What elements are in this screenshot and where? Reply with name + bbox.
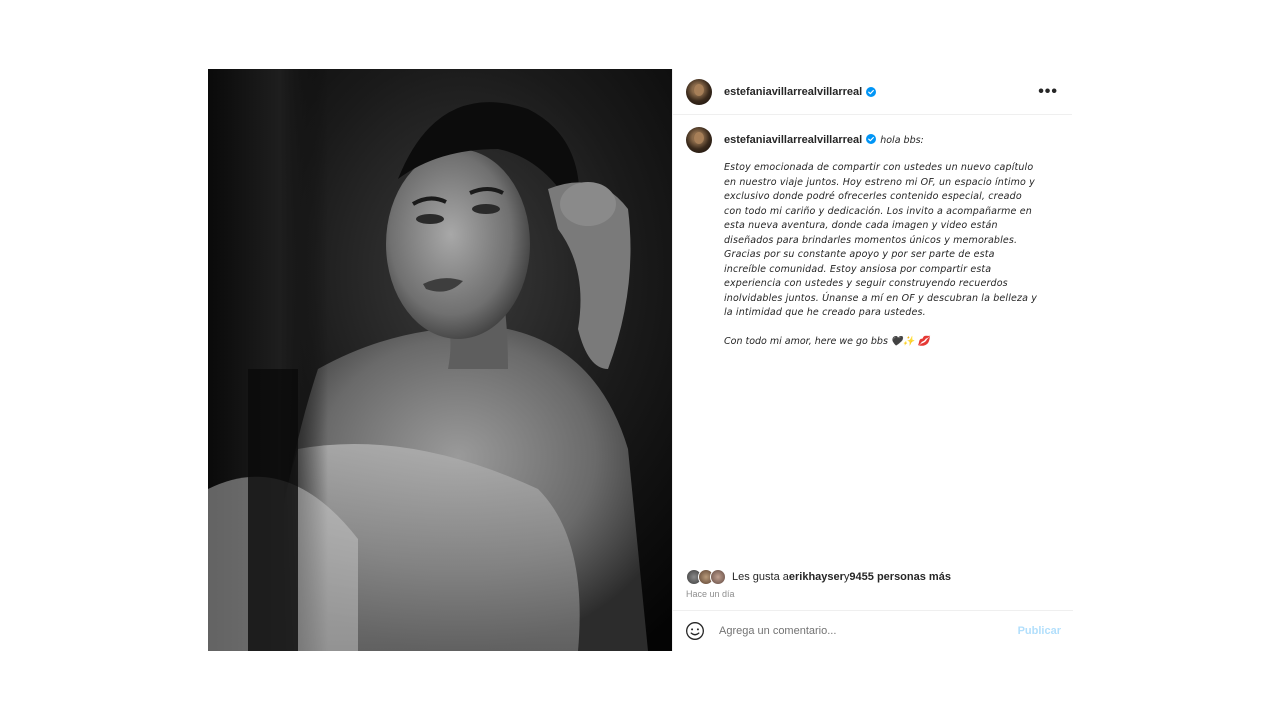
caption-greeting: hola bbs:	[880, 135, 924, 146]
post-caption: estefaniavillarrealvillarreal hola bbs: E…	[673, 115, 1073, 349]
portrait-photo-image	[208, 69, 672, 651]
caption-body: estefaniavillarrealvillarreal hola bbs: E…	[724, 127, 1054, 349]
caption-text: Estoy emocionada de compartir con ustede…	[724, 162, 1038, 318]
instagram-post: estefaniavillarrealvillarreal ••• estefa…	[208, 69, 1073, 651]
comment-bar: Publicar	[673, 610, 1073, 651]
likes-summary[interactable]: Les gusta a erikhayser y 9455 personas m…	[686, 569, 951, 585]
post-photo[interactable]	[208, 69, 672, 651]
likes-prefix: Les gusta a	[732, 571, 789, 583]
caption-verified-badge-icon	[866, 134, 877, 144]
publish-button[interactable]: Publicar	[1018, 625, 1061, 637]
caption-avatar[interactable]	[686, 127, 712, 153]
post-header: estefaniavillarrealvillarreal •••	[673, 69, 1072, 115]
liker-avatars	[686, 569, 726, 585]
emoji-icon[interactable]	[685, 621, 705, 641]
caption-username[interactable]: estefaniavillarrealvillarreal	[724, 134, 862, 146]
header-username[interactable]: estefaniavillarrealvillarreal	[724, 86, 862, 98]
post-timestamp: Hace un día	[686, 589, 735, 599]
liker-avatar	[710, 569, 726, 585]
comment-input[interactable]	[717, 624, 1018, 638]
caption-signoff: Con todo mi amor, here we go bbs 🖤✨ 💋	[724, 335, 930, 347]
verified-badge-icon	[866, 86, 877, 97]
likes-count[interactable]: 9455 personas más	[849, 571, 951, 583]
caption-first-line: estefaniavillarrealvillarreal hola bbs:	[724, 130, 1054, 151]
avatar[interactable]	[686, 78, 712, 105]
more-options-button[interactable]: •••	[1038, 83, 1058, 99]
post-sidebar: estefaniavillarrealvillarreal ••• estefa…	[672, 69, 1073, 651]
likes-user[interactable]: erikhayser	[789, 571, 844, 583]
